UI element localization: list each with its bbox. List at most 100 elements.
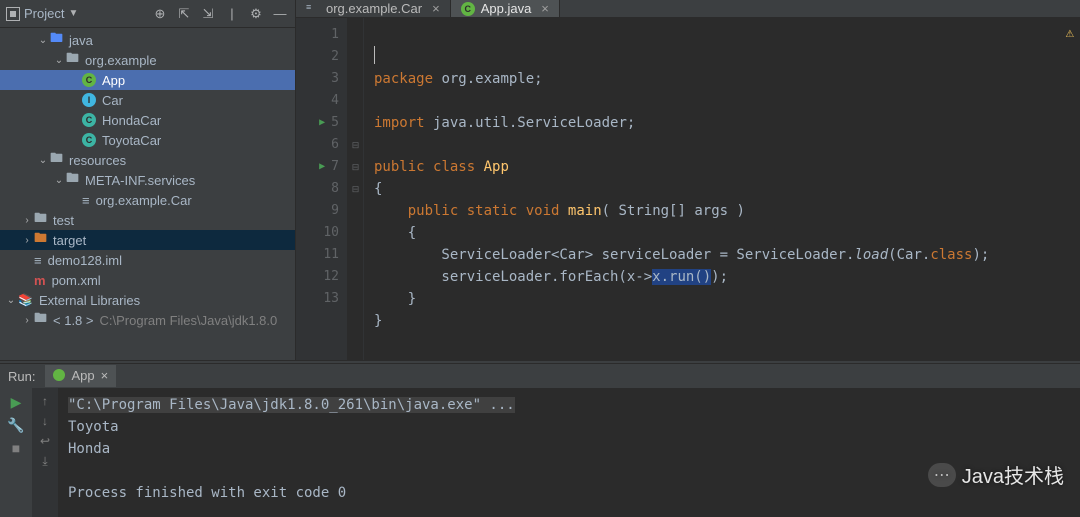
tree-item-pom-xml[interactable]: m pom.xml [0, 270, 295, 290]
run-label: Run: [8, 369, 35, 384]
console-line: Toyota [68, 416, 1070, 438]
tree-label: test [53, 213, 74, 228]
tree-item-target[interactable]: ›🖿target [0, 230, 295, 250]
stop-icon[interactable]: ■ [12, 440, 20, 456]
line-number[interactable]: 4 [331, 90, 339, 112]
tab-app-java[interactable]: C App.java × [451, 0, 560, 17]
file-icon: ≡ [34, 253, 42, 268]
line-number[interactable]: 13 [323, 288, 339, 310]
gear-icon[interactable]: ⚙ [247, 5, 265, 23]
expand-icon[interactable]: ⇲ [199, 5, 217, 23]
line-number[interactable]: 7 [331, 156, 339, 178]
folder-icon: 🖿 [50, 149, 63, 171]
run-gutter-icon[interactable]: ▶ [319, 156, 325, 178]
down-icon[interactable]: ↓ [42, 414, 48, 428]
tree-item-demo128-iml[interactable]: ≡demo128.iml [0, 250, 295, 270]
tree-item-toyotacar[interactable]: C ToyotaCar [0, 130, 295, 150]
tree-item-hondacar[interactable]: CHondaCar [0, 110, 295, 130]
wrench-icon[interactable]: 🔧 [7, 417, 24, 434]
file-icon: ≡ [82, 193, 90, 208]
class-icon: C [82, 133, 96, 147]
close-icon[interactable]: × [432, 1, 440, 16]
chevron-down-icon[interactable]: ⌄ [38, 35, 48, 46]
editor-area: ≡org.example.Car×CApp.java× 1234▶56▶7891… [296, 0, 1080, 360]
console-line: Process finished with exit code 0 [68, 482, 1070, 504]
chevron-right-icon[interactable]: › [22, 315, 32, 326]
run-tab-label: App [71, 368, 94, 383]
watermark: ⋯ Java技术栈 [928, 460, 1064, 489]
hide-icon[interactable]: — [271, 5, 289, 23]
chevron-right-icon[interactable]: › [22, 235, 32, 246]
softwrap-icon[interactable]: ↩ [40, 434, 50, 448]
tree-item-car[interactable]: I Car [0, 90, 295, 110]
tree-item-java[interactable]: ⌄🖿java [0, 30, 295, 50]
tree-label: Car [102, 93, 123, 108]
tree-item-app[interactable]: CApp [0, 70, 295, 90]
rerun-icon[interactable]: ▶ [11, 394, 22, 411]
warning-icon[interactable]: ⚠ [1066, 22, 1074, 44]
maven-icon: m [34, 273, 46, 288]
console-output[interactable]: "C:\Program Files\Java\jdk1.8.0_261\bin\… [58, 388, 1080, 517]
line-number[interactable]: 8 [331, 178, 339, 200]
code-editor[interactable]: ⚠package org.example; import java.util.S… [364, 18, 1080, 360]
caret [374, 46, 375, 64]
class-icon: I [82, 93, 96, 107]
tree-label: ToyotaCar [102, 133, 161, 148]
tab-label: org.example.Car [326, 1, 422, 16]
tree-label: < 1.8 > [53, 313, 93, 328]
locate-icon[interactable]: ⊕ [151, 5, 169, 23]
line-number[interactable]: 1 [331, 24, 339, 46]
divider-icon: | [223, 5, 241, 23]
tree-label: org.example [85, 53, 157, 68]
close-icon[interactable]: × [101, 368, 109, 383]
line-number[interactable]: 6 [331, 134, 339, 156]
project-sidebar: Project ▼ ⊕ ⇱ ⇲ | ⚙ — ⌄🖿java⌄🖿org.exampl… [0, 0, 296, 360]
line-number[interactable]: 2 [331, 46, 339, 68]
dropdown-icon[interactable]: ▼ [68, 8, 78, 19]
class-icon: C [461, 2, 475, 16]
tab-org-example-car[interactable]: ≡org.example.Car× [296, 0, 451, 17]
tree-item-org-example[interactable]: ⌄🖿org.example [0, 50, 295, 70]
fold-icon[interactable]: ⊟ [348, 178, 363, 200]
run-toolbar: ▶ 🔧 ■ [0, 388, 32, 517]
sidebar-title[interactable]: Project [24, 6, 64, 21]
close-icon[interactable]: × [541, 1, 549, 16]
fold-icon[interactable]: ⊟ [348, 134, 363, 156]
tab-label: App.java [481, 1, 532, 16]
collapse-icon[interactable]: ⇱ [175, 5, 193, 23]
chevron-down-icon[interactable]: ⌄ [38, 155, 48, 166]
run-header: Run: App × [0, 364, 1080, 388]
chevron-down-icon[interactable]: ⌄ [54, 175, 64, 186]
gutter[interactable]: 1234▶56▶78910111213 [296, 18, 348, 360]
run-tab-app[interactable]: App × [45, 365, 116, 387]
line-number[interactable]: 3 [331, 68, 339, 90]
tree-item-resources[interactable]: ⌄🖿resources [0, 150, 295, 170]
tree-item--1-8-[interactable]: ›🖿< 1.8 >C:\Program Files\Java\jdk1.8.0 [0, 310, 295, 330]
scroll-icon[interactable]: ⤓ [42, 454, 47, 469]
up-icon[interactable]: ↑ [42, 394, 48, 408]
tree-label: java [69, 33, 93, 48]
line-number[interactable]: 9 [331, 200, 339, 222]
editor-tabs[interactable]: ≡org.example.Car×CApp.java× [296, 0, 1080, 18]
project-tree[interactable]: ⌄🖿java⌄🖿org.exampleCAppICarCHondaCarCToy… [0, 28, 295, 360]
tree-label: pom.xml [52, 273, 101, 288]
line-number[interactable]: 10 [323, 222, 339, 244]
tree-item-test[interactable]: ›🖿 test [0, 210, 295, 230]
project-icon [6, 7, 20, 21]
line-number[interactable]: 12 [323, 266, 339, 288]
run-gutter-icon[interactable]: ▶ [319, 112, 325, 134]
chevron-down-icon[interactable]: ⌄ [6, 295, 16, 306]
tree-item-org-example-car[interactable]: ≡org.example.Car [0, 190, 295, 210]
chevron-right-icon[interactable]: › [22, 215, 32, 226]
class-icon: C [82, 113, 96, 127]
tree-item-meta-inf-services[interactable]: ⌄🖿META-INF.services [0, 170, 295, 190]
line-number[interactable]: 5 [331, 112, 339, 134]
folder-icon: 🖿 [34, 209, 47, 231]
line-number[interactable]: 11 [323, 244, 339, 266]
sidebar-header: Project ▼ ⊕ ⇱ ⇲ | ⚙ — [0, 0, 295, 28]
chevron-down-icon[interactable]: ⌄ [54, 55, 64, 66]
tree-item-external-libraries[interactable]: ⌄📚External Libraries [0, 290, 295, 310]
fold-column[interactable]: ⊟⊟⊟ [348, 18, 364, 360]
tree-label: META-INF.services [85, 173, 195, 188]
fold-icon[interactable]: ⊟ [348, 156, 363, 178]
